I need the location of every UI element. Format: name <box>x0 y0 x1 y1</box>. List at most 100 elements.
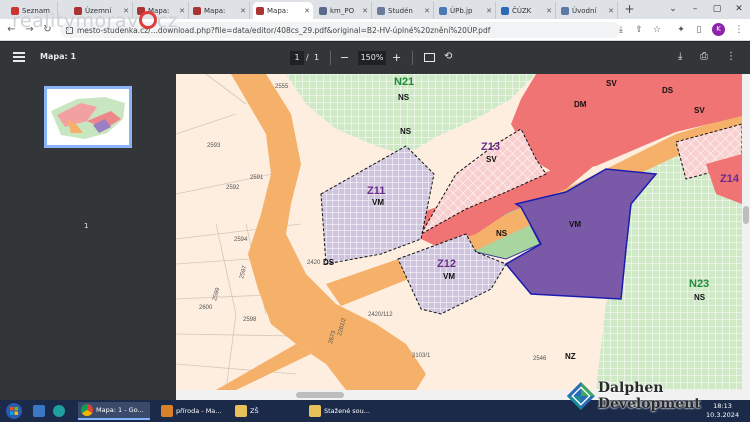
close-tab-icon[interactable]: ✕ <box>608 7 614 15</box>
print-icon[interactable]: ⎙ <box>700 51 708 62</box>
maximize-icon[interactable]: ▢ <box>706 0 728 19</box>
parcel-number: 2592 <box>226 185 240 191</box>
parcel-number: 2546 <box>533 356 547 362</box>
use-code: NS <box>694 293 706 302</box>
brand-name: Dalphen Development <box>597 380 701 412</box>
tab-favicon-icon <box>256 6 264 15</box>
taskbar-app-chrome[interactable]: Mapa: 1 - Go... <box>78 402 150 420</box>
side-panel-icon[interactable]: ▯ <box>692 23 706 37</box>
use-code: VM <box>569 220 581 229</box>
fit-to-page-icon[interactable] <box>424 53 435 62</box>
horizontal-scroll-thumb[interactable] <box>296 392 344 398</box>
page-number-input[interactable]: 1 <box>290 51 304 65</box>
parcel-number: 2593 <box>207 143 221 149</box>
toolbar-divider <box>412 51 413 65</box>
ie-icon <box>33 405 45 417</box>
vertical-scroll-thumb[interactable] <box>743 206 749 224</box>
parcel-number: 2420/112 <box>368 312 393 318</box>
parcel-number: 2594 <box>234 237 248 243</box>
tab-9[interactable]: Úvodní ✕ <box>558 2 618 19</box>
taskbar-edge-icon[interactable] <box>50 402 68 420</box>
download-icon[interactable]: ⤓ <box>678 51 682 62</box>
download-status-icon[interactable]: ⤓ <box>614 23 628 37</box>
use-code: VM <box>372 198 384 207</box>
zoning-map: N21 Z13 Z11 Z12 Z14 N23 NS NS DM DS SV S… <box>176 74 742 390</box>
extensions-puzzle-icon[interactable]: ✦ <box>674 23 688 37</box>
taskbar-app-folder-zs[interactable]: ZŠ <box>232 402 300 420</box>
chevron-down-icon[interactable]: ⌄ <box>662 0 684 19</box>
use-code: DS <box>662 86 674 95</box>
close-tab-icon[interactable]: ✕ <box>179 7 185 15</box>
tab-favicon-icon <box>501 6 509 15</box>
parcel-number: 2600 <box>199 305 213 311</box>
tab-favicon-icon <box>377 6 385 15</box>
close-tab-icon[interactable]: ✕ <box>546 7 552 15</box>
tab-8[interactable]: ČÚZK ✕ <box>498 2 556 19</box>
realitymorava-watermark: realitymorav cz <box>12 10 179 32</box>
windows-start-icon[interactable] <box>4 402 24 420</box>
use-code: DM <box>574 100 587 109</box>
pdf-page-viewer[interactable]: N21 Z13 Z11 Z12 Z14 N23 NS NS DM DS SV S… <box>176 74 742 390</box>
close-tab-icon[interactable]: ✕ <box>424 7 430 15</box>
pdf-thumbnail-sidebar: 1 <box>0 74 176 400</box>
tab-favicon-icon <box>319 6 327 15</box>
edge-icon <box>53 405 65 417</box>
diamond-logo-icon <box>566 381 595 411</box>
watermark-o-logo <box>138 11 157 29</box>
parcel-number: 2555 <box>275 84 289 90</box>
taskbar-app-downloads[interactable]: Stažené sou... <box>306 402 378 420</box>
close-window-icon[interactable]: ✕ <box>728 0 750 19</box>
close-tab-icon[interactable]: ✕ <box>486 7 492 15</box>
zone-label-n21: N21 <box>394 76 414 88</box>
tab-favicon-icon <box>193 6 201 15</box>
minimize-icon[interactable]: – <box>684 0 706 19</box>
document-title: Mapa: 1 <box>40 52 77 61</box>
profile-avatar[interactable]: K <box>712 23 725 36</box>
zoom-in-icon[interactable]: + <box>392 51 401 65</box>
use-code: DS <box>323 258 335 267</box>
parcel-number: 2420 <box>307 260 321 266</box>
folder-icon <box>235 405 247 417</box>
toolbar-divider <box>330 51 331 65</box>
page-thumbnail[interactable] <box>44 86 132 148</box>
tab-5[interactable]: km_PO ✕ <box>316 2 372 19</box>
page-total: 1 <box>314 53 320 62</box>
tab-3[interactable]: Mapa: ✕ <box>190 2 250 19</box>
page-separator: / <box>306 53 309 62</box>
tab-7[interactable]: ÚPb.jp ✕ <box>436 2 496 19</box>
window-controls: ⌄ – ▢ ✕ <box>662 0 750 19</box>
tab-6[interactable]: Studén ✕ <box>374 2 434 19</box>
use-code: NZ <box>565 352 576 361</box>
parcel-number: 3103/1 <box>412 353 431 359</box>
parcel-number: 2598 <box>243 317 257 323</box>
hamburger-menu-icon[interactable] <box>13 52 25 62</box>
use-code: SV <box>606 79 617 88</box>
taskbar-app-2[interactable]: příroda - Ma... <box>158 402 226 420</box>
tab-4-active[interactable]: Mapa: ✕ <box>253 2 313 19</box>
browser-menu-icon[interactable]: ⋮ <box>732 23 746 37</box>
tab-favicon-icon <box>439 6 447 15</box>
close-tab-icon[interactable]: ✕ <box>240 7 246 15</box>
thumbnail-map-image <box>47 89 129 145</box>
zone-label-z11: Z11 <box>367 185 385 197</box>
close-tab-icon[interactable]: ✕ <box>362 7 368 15</box>
new-tab-button[interactable]: + <box>622 2 637 17</box>
share-icon[interactable]: ⇪ <box>632 23 646 37</box>
use-code: NS <box>496 229 508 238</box>
parcel-number: 2591 <box>250 175 264 181</box>
zoom-level-input[interactable]: 150% <box>358 51 386 65</box>
zone-label-z14: Z14 <box>720 173 740 185</box>
bookmark-star-icon[interactable]: ☆ <box>650 23 664 37</box>
rotate-icon[interactable]: ⟲ <box>444 51 452 62</box>
vertical-scrollbar[interactable] <box>742 74 750 390</box>
close-tab-icon[interactable]: ✕ <box>304 7 310 15</box>
zone-label-z12: Z12 <box>437 258 456 270</box>
taskbar-explorer-icon[interactable] <box>30 402 48 420</box>
pdf-toolbar: Mapa: 1 1 / 1 − 150% + ⟲ ⤓ ⎙ ⋮ <box>0 42 750 74</box>
zoom-out-icon[interactable]: − <box>340 51 349 65</box>
zone-label-n23: N23 <box>689 278 709 290</box>
use-code: NS <box>398 93 410 102</box>
chrome-icon <box>81 404 93 416</box>
dalphen-brand-logo: Dalphen Development <box>566 379 750 413</box>
more-options-icon[interactable]: ⋮ <box>726 51 736 62</box>
